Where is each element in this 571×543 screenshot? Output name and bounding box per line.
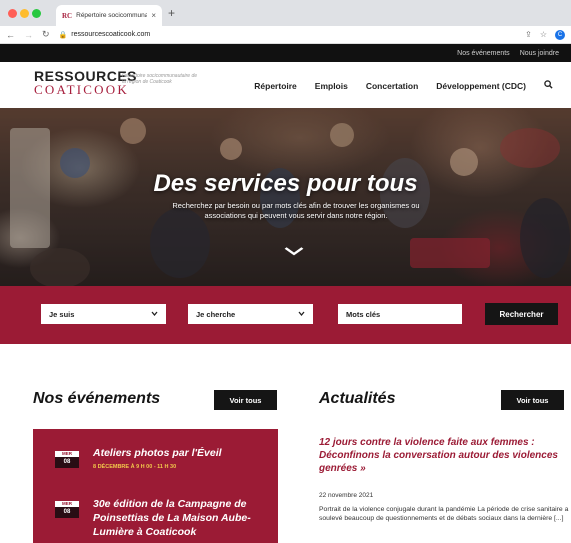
reload-icon[interactable]: ↻ bbox=[42, 29, 50, 40]
events-heading: Nos événements bbox=[33, 390, 161, 407]
nav-item-developpement[interactable]: Développement (CDC) bbox=[436, 81, 526, 91]
event-date: 8 DÉCEMBRE À 9 H 00 - 11 H 30 bbox=[93, 464, 177, 470]
events-see-all-button[interactable]: Voir tous bbox=[214, 390, 277, 410]
date-badge-day: 08 bbox=[55, 507, 79, 518]
who-select-value: Je suis bbox=[49, 309, 75, 319]
event-title[interactable]: 30e édition de la Campagne de Poinsettia… bbox=[93, 497, 268, 539]
need-select-value: Je cherche bbox=[196, 309, 236, 319]
main-nav: Répertoire Emplois Concertation Développ… bbox=[254, 80, 553, 91]
main-content: Nos événements Voir tous Actualités Voir… bbox=[0, 344, 571, 543]
site-header: RESSOURCES COATICOOK Répertoire socicomm… bbox=[0, 62, 571, 108]
date-badge-day: 08 bbox=[55, 457, 79, 468]
forward-icon[interactable]: → bbox=[24, 30, 33, 40]
date-badge: MER 08 bbox=[55, 501, 79, 518]
event-title[interactable]: Ateliers photos par l'Éveil bbox=[93, 447, 268, 460]
close-window-dot[interactable] bbox=[8, 9, 17, 18]
chevron-down-icon bbox=[151, 311, 158, 318]
share-icon[interactable]: ⇪ bbox=[525, 30, 532, 39]
search-icon[interactable] bbox=[544, 80, 553, 91]
profile-avatar[interactable]: C bbox=[555, 29, 565, 40]
maximize-window-dot[interactable] bbox=[32, 9, 41, 18]
browser-tab[interactable]: RC Répertoire socicommunautai × bbox=[56, 5, 162, 26]
address-bar: ← → ↻ 🔒 ressourcescoaticook.com ⇪ ☆ C bbox=[0, 26, 571, 44]
news-see-all-button[interactable]: Voir tous bbox=[501, 390, 564, 410]
search-band: Je suis Je cherche Mots clés Rechercher bbox=[0, 286, 571, 344]
close-tab-icon[interactable]: × bbox=[151, 11, 156, 20]
new-tab-icon[interactable]: + bbox=[168, 6, 175, 20]
favicon-icon: RC bbox=[62, 11, 73, 20]
hero-banner: Des services pour tous Recherchez par be… bbox=[0, 108, 571, 286]
news-article-excerpt: Portrait de la violence conjugale durant… bbox=[319, 506, 569, 522]
logo-tagline: Répertoire socicommunautaire de la régio… bbox=[122, 73, 198, 85]
events-link[interactable]: Nos événements bbox=[457, 50, 510, 57]
bookmark-star-icon[interactable]: ☆ bbox=[540, 30, 547, 39]
nav-item-emplois[interactable]: Emplois bbox=[315, 81, 348, 91]
news-article-title[interactable]: 12 jours contre la violence faite aux fe… bbox=[319, 436, 564, 475]
date-badge: MER 08 bbox=[55, 451, 79, 468]
chevron-down-icon[interactable] bbox=[283, 243, 305, 261]
back-icon[interactable]: ← bbox=[6, 30, 15, 40]
keywords-input[interactable]: Mots clés bbox=[338, 304, 462, 324]
lock-icon[interactable]: 🔒 bbox=[59, 31, 68, 39]
utility-bar: Nos événements Nous joindre bbox=[0, 44, 571, 62]
minimize-window-dot[interactable] bbox=[20, 9, 29, 18]
contact-link[interactable]: Nous joindre bbox=[520, 50, 559, 57]
news-heading: Actualités bbox=[319, 390, 396, 407]
url-field[interactable]: ressourcescoaticook.com bbox=[71, 31, 517, 38]
nav-item-repertoire[interactable]: Répertoire bbox=[254, 81, 297, 91]
hero-title: Des services pour tous bbox=[153, 170, 418, 197]
browser-tab-strip: RC Répertoire socicommunautai × + bbox=[0, 0, 571, 26]
nav-item-concertation[interactable]: Concertation bbox=[366, 81, 418, 91]
news-article-date: 22 novembre 2021 bbox=[319, 492, 374, 499]
hero-subtitle: Recherchez par besoin ou par mots clés a… bbox=[172, 201, 420, 220]
who-select[interactable]: Je suis bbox=[41, 304, 166, 324]
logo-sub[interactable]: COATICOOK bbox=[34, 83, 129, 96]
tab-title: Répertoire socicommunautai bbox=[76, 12, 148, 19]
events-list: MER 08 Ateliers photos par l'Éveil 8 DÉC… bbox=[33, 429, 278, 543]
need-select[interactable]: Je cherche bbox=[188, 304, 313, 324]
chevron-down-icon bbox=[298, 311, 305, 318]
search-button[interactable]: Rechercher bbox=[485, 303, 558, 325]
